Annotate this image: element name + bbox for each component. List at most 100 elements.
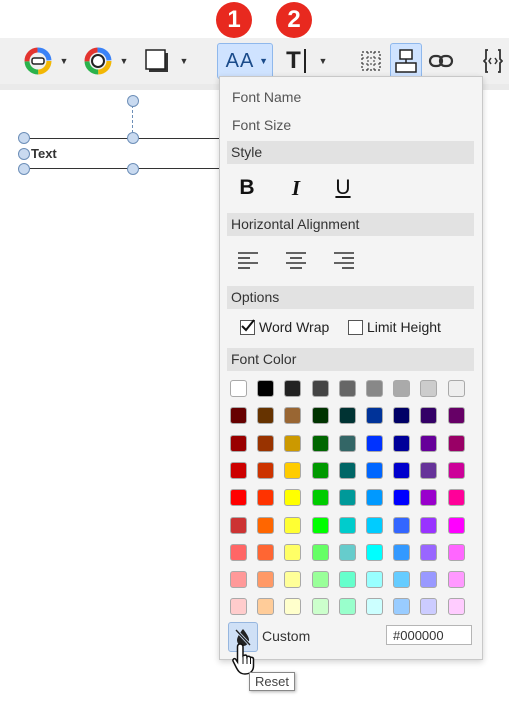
color-swatch[interactable] [393, 489, 411, 507]
color-swatch[interactable] [447, 516, 465, 534]
color-swatch[interactable] [311, 461, 329, 479]
color-swatch[interactable] [447, 407, 465, 425]
color-swatch[interactable] [393, 543, 411, 561]
resize-handle-bottom-left[interactable] [18, 163, 30, 175]
color-swatch[interactable] [311, 407, 329, 425]
color-swatch[interactable] [447, 598, 465, 616]
text-size-button[interactable]: AA ▼ [217, 43, 273, 79]
color-swatch[interactable] [311, 434, 329, 452]
color-swatch[interactable] [230, 571, 247, 589]
bold-button[interactable]: B [232, 173, 262, 203]
color-swatch[interactable] [366, 434, 383, 452]
resize-handle-left[interactable] [18, 148, 30, 160]
color-swatch[interactable] [311, 543, 329, 561]
shape-text[interactable]: Text [31, 146, 57, 161]
custom-color-input[interactable] [386, 625, 472, 645]
color-swatch[interactable] [338, 489, 356, 507]
color-swatch[interactable] [447, 543, 465, 561]
color-swatch[interactable] [230, 407, 247, 425]
font-size-item[interactable]: Font Size [232, 117, 291, 133]
color-swatch[interactable] [393, 571, 411, 589]
fill-color-button[interactable] [20, 38, 56, 84]
color-swatch[interactable] [447, 489, 465, 507]
resize-handle-top[interactable] [127, 132, 139, 144]
color-swatch[interactable] [230, 543, 247, 561]
color-swatch[interactable] [284, 434, 302, 452]
resize-handle-top-left[interactable] [18, 132, 30, 144]
color-swatch[interactable] [393, 434, 411, 452]
shadow-button[interactable] [140, 38, 174, 84]
color-swatch[interactable] [284, 598, 302, 616]
color-swatch[interactable] [393, 461, 411, 479]
color-swatch[interactable] [284, 489, 302, 507]
color-swatch[interactable] [420, 543, 438, 561]
color-swatch[interactable] [447, 571, 465, 589]
color-swatch[interactable] [393, 598, 411, 616]
color-swatch[interactable] [338, 516, 356, 534]
color-swatch[interactable] [366, 571, 383, 589]
color-swatch[interactable] [447, 461, 465, 479]
color-swatch[interactable] [230, 461, 247, 479]
color-swatch[interactable] [393, 516, 411, 534]
color-swatch[interactable] [257, 516, 275, 534]
color-swatch[interactable] [311, 516, 329, 534]
color-swatch[interactable] [230, 434, 247, 452]
color-swatch[interactable] [447, 380, 465, 397]
color-swatch[interactable] [338, 434, 356, 452]
limit-height-option[interactable]: Limit Height [348, 319, 441, 335]
color-swatch[interactable] [420, 489, 438, 507]
font-name-item[interactable]: Font Name [232, 89, 301, 105]
color-swatch[interactable] [420, 516, 438, 534]
color-swatch[interactable] [311, 489, 329, 507]
color-swatch[interactable] [257, 543, 275, 561]
color-swatch[interactable] [284, 571, 302, 589]
color-swatch[interactable] [447, 434, 465, 452]
color-swatch[interactable] [366, 543, 383, 561]
color-swatch[interactable] [257, 380, 275, 397]
color-swatch[interactable] [257, 598, 275, 616]
text-size-dropdown-icon[interactable]: ▼ [259, 56, 268, 66]
color-swatch[interactable] [366, 489, 383, 507]
color-swatch[interactable] [338, 598, 356, 616]
color-swatch[interactable] [366, 407, 383, 425]
color-swatch[interactable] [311, 571, 329, 589]
line-color-button[interactable] [80, 38, 116, 84]
color-swatch[interactable] [311, 380, 329, 397]
color-swatch[interactable] [257, 407, 275, 425]
fill-color-dropdown-icon[interactable]: ▼ [57, 38, 71, 84]
color-swatch[interactable] [338, 407, 356, 425]
color-swatch[interactable] [257, 489, 275, 507]
embed-button[interactable] [480, 38, 506, 84]
color-swatch[interactable] [284, 407, 302, 425]
color-swatch[interactable] [284, 380, 302, 397]
align-right-icon[interactable] [332, 249, 356, 273]
color-swatch[interactable] [311, 598, 329, 616]
color-swatch[interactable] [230, 380, 247, 397]
color-swatch[interactable] [366, 516, 383, 534]
color-swatch[interactable] [420, 407, 438, 425]
color-swatch[interactable] [338, 461, 356, 479]
color-swatch[interactable] [257, 571, 275, 589]
color-swatch[interactable] [338, 380, 356, 397]
color-swatch[interactable] [338, 543, 356, 561]
color-swatch[interactable] [284, 516, 302, 534]
color-swatch[interactable] [366, 380, 383, 397]
color-swatch[interactable] [420, 571, 438, 589]
color-swatch[interactable] [230, 598, 247, 616]
color-swatch[interactable] [420, 461, 438, 479]
color-swatch[interactable] [366, 461, 383, 479]
color-swatch[interactable] [284, 461, 302, 479]
color-swatch[interactable] [393, 407, 411, 425]
color-swatch[interactable] [230, 516, 247, 534]
color-swatch[interactable] [366, 598, 383, 616]
color-swatch[interactable] [338, 571, 356, 589]
align-center-icon[interactable] [284, 249, 308, 273]
resize-handle-bottom[interactable] [127, 163, 139, 175]
line-color-dropdown-icon[interactable]: ▼ [117, 38, 131, 84]
color-swatch[interactable] [420, 434, 438, 452]
align-left-icon[interactable] [236, 249, 260, 273]
shadow-dropdown-icon[interactable]: ▼ [177, 38, 191, 84]
underline-button[interactable]: U [328, 173, 358, 203]
layout-button[interactable] [390, 43, 422, 79]
word-wrap-checkbox[interactable] [240, 318, 255, 335]
